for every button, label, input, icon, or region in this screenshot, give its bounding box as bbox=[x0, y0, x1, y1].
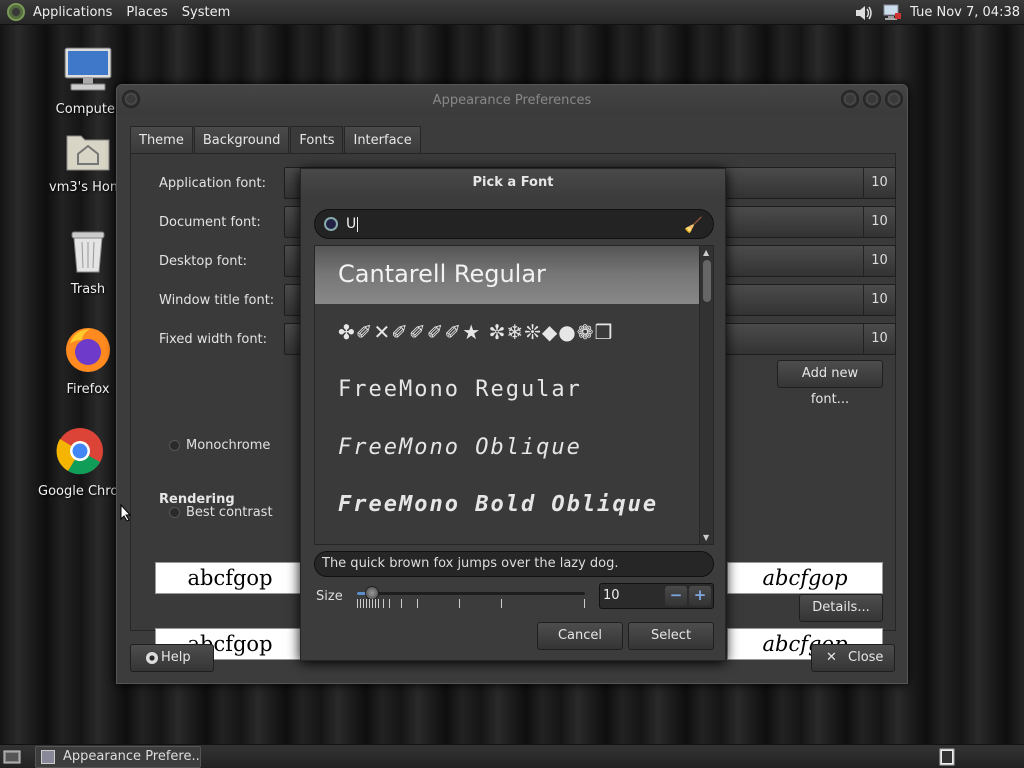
tab-fonts[interactable]: Fonts bbox=[290, 126, 344, 154]
bottom-panel: Appearance Prefere... bbox=[0, 744, 1024, 768]
font-row-label: Application font: bbox=[159, 175, 267, 191]
font-size-value: 10 bbox=[863, 168, 895, 198]
font-size-value: 10 bbox=[863, 207, 895, 237]
mouse-pointer-icon bbox=[120, 504, 132, 522]
size-label: Size bbox=[316, 589, 343, 604]
menu-applications[interactable]: Applications bbox=[33, 5, 112, 20]
desktop-icon-chrome[interactable]: Google Chrome bbox=[38, 426, 122, 499]
font-row-label: Window title font: bbox=[159, 292, 275, 308]
text-cursor bbox=[357, 216, 359, 232]
decrease-size-button[interactable]: − bbox=[665, 586, 687, 606]
scrollbar-thumb[interactable] bbox=[703, 260, 711, 302]
font-list-item[interactable]: FreeMono Regular bbox=[315, 361, 713, 419]
dialog-title: Pick a Font bbox=[301, 169, 725, 197]
chrome-icon bbox=[56, 428, 103, 475]
firefox-icon bbox=[66, 328, 110, 372]
font-list[interactable]: Cantarell Regular ✤✐✕✐✐✐✐★ ✼❄❊◆●❁❒ FreeM… bbox=[314, 245, 714, 545]
font-search-input[interactable]: U 🧹 bbox=[314, 209, 714, 239]
network-icon[interactable] bbox=[882, 4, 902, 22]
size-spinbox[interactable]: 10 − + bbox=[599, 583, 714, 609]
tab-background[interactable]: Background bbox=[193, 126, 290, 154]
rendering-sample-monochrome-italic[interactable]: abcfgop bbox=[727, 562, 883, 594]
rendering-option-best-contrast[interactable]: Best contrast bbox=[169, 505, 273, 520]
font-row-fixed-width: Fixed width font: bbox=[159, 323, 283, 355]
workspace-switcher-icon[interactable] bbox=[938, 748, 956, 766]
tab-theme[interactable]: Theme bbox=[130, 126, 193, 154]
font-row-document: Document font: bbox=[159, 206, 283, 238]
minimize-button[interactable] bbox=[841, 90, 859, 108]
scroll-down-icon[interactable]: ▼ bbox=[703, 533, 709, 542]
size-value: 10 bbox=[603, 588, 620, 603]
taskbar-item-label: Appearance Prefere... bbox=[63, 749, 201, 764]
window-menu-button[interactable] bbox=[122, 90, 140, 108]
taskbar-item-appearance[interactable]: Appearance Prefere... bbox=[35, 746, 201, 768]
select-button[interactable]: Select bbox=[628, 622, 714, 650]
trash-icon bbox=[71, 231, 105, 273]
show-desktop-icon[interactable] bbox=[3, 749, 21, 765]
window-title: Appearance Preferences bbox=[432, 92, 592, 108]
close-window-button[interactable] bbox=[885, 90, 903, 108]
scroll-up-icon[interactable]: ▲ bbox=[703, 248, 709, 257]
radio-button[interactable] bbox=[169, 440, 180, 451]
system-tray: Tue Nov 7, 04:38 bbox=[854, 0, 1020, 25]
font-row-label: Fixed width font: bbox=[159, 331, 268, 347]
radio-button[interactable] bbox=[169, 507, 180, 518]
size-slider[interactable] bbox=[357, 586, 585, 600]
help-button[interactable]: Help bbox=[130, 644, 214, 672]
home-folder-icon bbox=[66, 135, 110, 171]
volume-icon[interactable] bbox=[854, 4, 874, 22]
help-icon bbox=[146, 652, 158, 664]
font-list-item[interactable]: FreeMono Oblique bbox=[315, 419, 713, 477]
computer-icon bbox=[64, 47, 112, 91]
font-list-item[interactable]: FreeMono Bold Oblique bbox=[315, 476, 713, 534]
close-icon: ✕ bbox=[826, 650, 837, 665]
font-size-value: 10 bbox=[863, 246, 895, 276]
close-button-label: Close bbox=[848, 650, 884, 665]
font-row-application: Application font: bbox=[159, 167, 283, 199]
help-button-label: Help bbox=[161, 650, 191, 665]
maximize-button[interactable] bbox=[863, 90, 881, 108]
close-button[interactable]: ✕ Close bbox=[811, 644, 895, 672]
increase-size-button[interactable]: + bbox=[689, 586, 711, 606]
font-row-desktop: Desktop font: bbox=[159, 245, 283, 277]
appearance-app-icon bbox=[41, 750, 55, 764]
add-new-font-button[interactable]: Add new font... bbox=[777, 360, 883, 407]
font-list-scrollbar[interactable]: ▲ ▼ bbox=[699, 246, 713, 544]
menu-system[interactable]: System bbox=[182, 5, 230, 20]
details-button[interactable]: Details... bbox=[799, 594, 883, 622]
distro-logo-icon[interactable] bbox=[7, 3, 25, 21]
desktop-icon-label: Google Chrome bbox=[38, 484, 122, 499]
search-icon bbox=[324, 217, 338, 231]
rendering-option-monochrome[interactable]: Monochrome bbox=[169, 438, 270, 453]
font-row-label: Document font: bbox=[159, 214, 261, 230]
clock[interactable]: Tue Nov 7, 04:38 bbox=[910, 5, 1020, 20]
rendering-option-label: Monochrome bbox=[186, 438, 271, 453]
clear-search-icon[interactable]: 🧹 bbox=[684, 216, 703, 234]
font-size-value: 10 bbox=[863, 285, 895, 315]
tab-interface[interactable]: Interface bbox=[344, 126, 421, 154]
search-text: U bbox=[346, 216, 357, 232]
rendering-sample-monochrome[interactable]: abcfgop bbox=[155, 562, 305, 594]
menu-places[interactable]: Places bbox=[126, 5, 167, 20]
font-list-item[interactable]: Cantarell Regular bbox=[315, 246, 713, 304]
font-list-item[interactable]: ✤✐✕✐✐✐✐★ ✼❄❊◆●❁❒ bbox=[315, 304, 713, 362]
pick-a-font-dialog: Pick a Font U 🧹 Cantarell Regular ✤✐✕✐✐✐… bbox=[300, 168, 726, 661]
window-titlebar[interactable]: Appearance Preferences bbox=[117, 85, 907, 115]
font-row-label: Desktop font: bbox=[159, 253, 247, 269]
font-row-window-title: Window title font: bbox=[159, 284, 283, 316]
cancel-button[interactable]: Cancel bbox=[537, 622, 623, 650]
search-value: U bbox=[346, 216, 359, 232]
font-size-value: 10 bbox=[863, 324, 895, 354]
top-panel: Applications Places System Tue Nov 7, 04… bbox=[0, 0, 1024, 25]
size-slider-knob[interactable] bbox=[365, 586, 379, 600]
font-preview-input[interactable]: The quick brown fox jumps over the lazy … bbox=[314, 551, 714, 577]
tab-bar: Theme Background Fonts Interface bbox=[130, 126, 422, 154]
rendering-option-label: Best contrast bbox=[186, 505, 273, 520]
